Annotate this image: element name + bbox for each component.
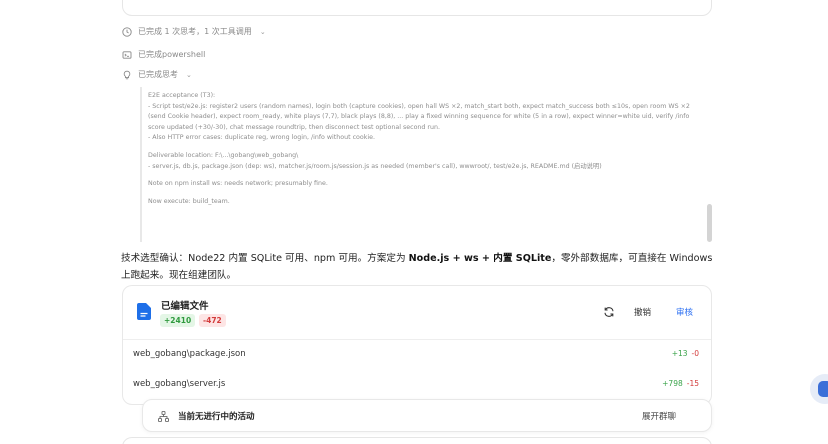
expand-group-chat-button[interactable]: 展开群聊: [642, 410, 676, 422]
thinking-paragraph: Deliverable location: F:\...\gobang\web_…: [148, 151, 602, 170]
thinking-status[interactable]: 已完成 1 次思考，1 次工具调用 ⌄: [122, 26, 266, 37]
thought-status[interactable]: 已完成思考 ⌄: [122, 69, 192, 80]
file-icon: [137, 303, 151, 320]
edited-files-title: 已编辑文件: [161, 301, 209, 312]
file-name: web_gobang\server.js: [133, 379, 226, 389]
thinking-paragraph: Now execute: build_team.: [148, 197, 230, 205]
file-row[interactable]: web_gobang\server.js +798 -15: [123, 370, 711, 400]
thinking-content: E2E acceptance (T3): - Script test/e2e.j…: [140, 87, 714, 242]
activity-status: 当前无进行中的活动: [178, 412, 255, 422]
file-diff-stats: +13 -0: [672, 349, 699, 358]
terminal-icon: [122, 50, 132, 59]
file-added: +13: [671, 349, 688, 358]
previous-message-card: [122, 0, 712, 16]
answer-stack: Node.js + ws + 内置 SQLite: [408, 253, 552, 264]
refresh-icon[interactable]: [603, 306, 615, 318]
file-name: web_gobang\package.json: [133, 349, 246, 359]
chevron-down-icon: ⌄: [259, 27, 266, 36]
file-diff-stats: +798 -15: [662, 379, 699, 388]
thinking-status-label: 已完成 1 次思考，1 次工具调用: [138, 27, 252, 36]
thought-status-label: 已完成思考: [138, 70, 178, 79]
clock-icon: [122, 26, 132, 37]
powershell-status[interactable]: 已完成powershell: [122, 49, 205, 60]
lightbulb-icon: [123, 70, 131, 79]
assistant-icon: [818, 381, 828, 397]
edited-files-card: 已编辑文件 +2410 -472 撤销 审核 web_gobang\packag…: [122, 285, 712, 405]
undo-button[interactable]: 撤销: [634, 306, 651, 318]
answer-text: 技术选型确认：Node22 内置 SQLite 可用、npm 可用。方案定为: [121, 253, 409, 264]
file-removed: -0: [691, 349, 699, 358]
review-button[interactable]: 审核: [676, 306, 693, 318]
added-lines-badge: +2410: [160, 314, 196, 327]
powershell-status-label: 已完成powershell: [138, 50, 206, 59]
thinking-paragraph: Note on npm install ws: needs network; p…: [148, 180, 328, 188]
thinking-scrollbar[interactable]: [707, 204, 712, 242]
file-row[interactable]: web_gobang\package.json +13 -0: [123, 340, 711, 370]
composer-card[interactable]: [122, 437, 712, 444]
file-added: +798: [662, 379, 683, 388]
file-removed: -15: [686, 379, 699, 388]
assistant-float-button[interactable]: [810, 374, 828, 404]
edited-files-header: 已编辑文件 +2410 -472 撤销 审核: [123, 286, 711, 340]
team-icon: [158, 411, 169, 422]
chevron-down-icon: ⌄: [186, 70, 192, 79]
thinking-paragraph: E2E acceptance (T3): - Script test/e2e.j…: [148, 92, 690, 142]
assistant-answer: 技术选型确认：Node22 内置 SQLite 可用、npm 可用。方案定为 N…: [121, 250, 721, 284]
removed-lines-badge: -472: [199, 314, 226, 327]
activity-bar: 当前无进行中的活动 展开群聊: [142, 399, 712, 432]
